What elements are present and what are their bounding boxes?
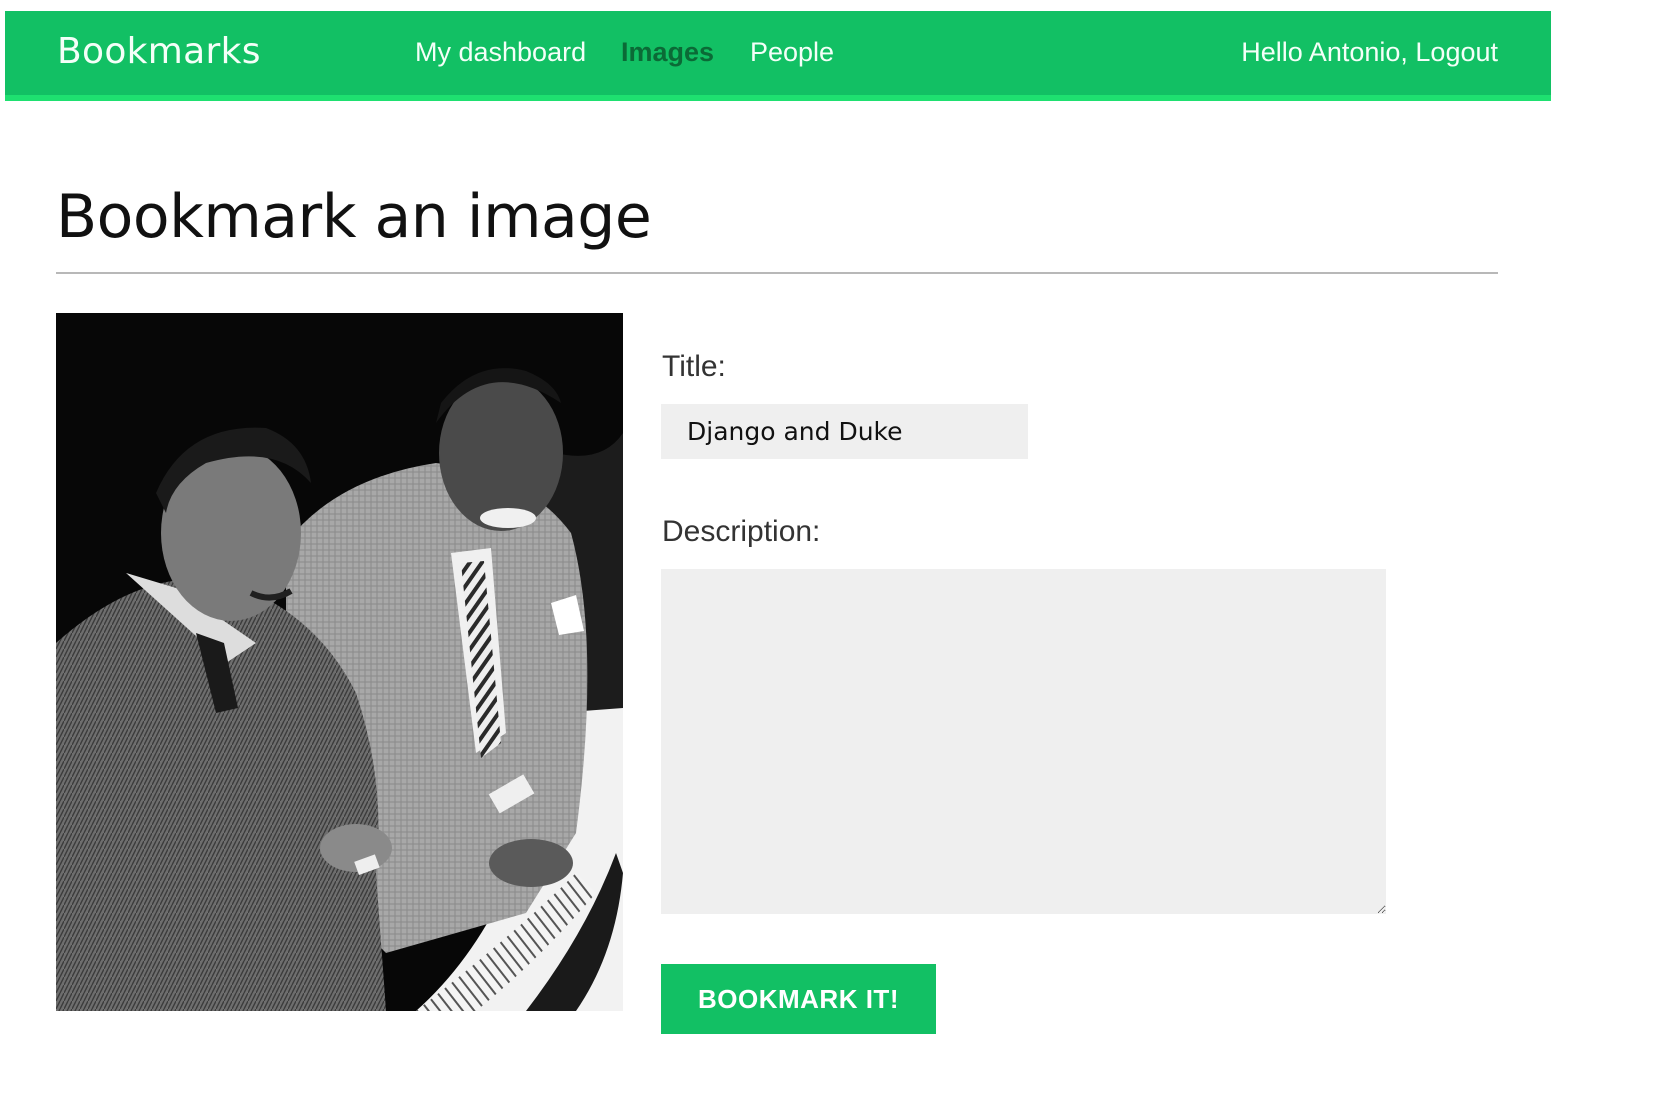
nav-images[interactable]: Images	[621, 37, 714, 68]
description-label: Description:	[662, 515, 821, 548]
brand-logo[interactable]: Bookmarks	[57, 31, 261, 72]
page-title: Bookmark an image	[56, 182, 652, 252]
bookmarked-image-preview	[56, 313, 623, 1011]
nav-my-dashboard[interactable]: My dashboard	[415, 37, 586, 68]
description-textarea[interactable]	[661, 569, 1386, 914]
title-label: Title:	[662, 350, 726, 383]
logout-link[interactable]: Logout	[1415, 37, 1498, 67]
nav-people[interactable]: People	[750, 37, 834, 68]
user-greeting: Hello Antonio,	[1241, 37, 1408, 67]
title-input[interactable]	[661, 404, 1028, 459]
bookmark-it-button[interactable]: BOOKMARK IT!	[661, 964, 936, 1034]
top-navbar: Bookmarks My dashboard Images People Hel…	[5, 11, 1551, 101]
title-divider	[56, 272, 1498, 274]
user-menu: Hello Antonio, Logout	[1241, 37, 1498, 68]
